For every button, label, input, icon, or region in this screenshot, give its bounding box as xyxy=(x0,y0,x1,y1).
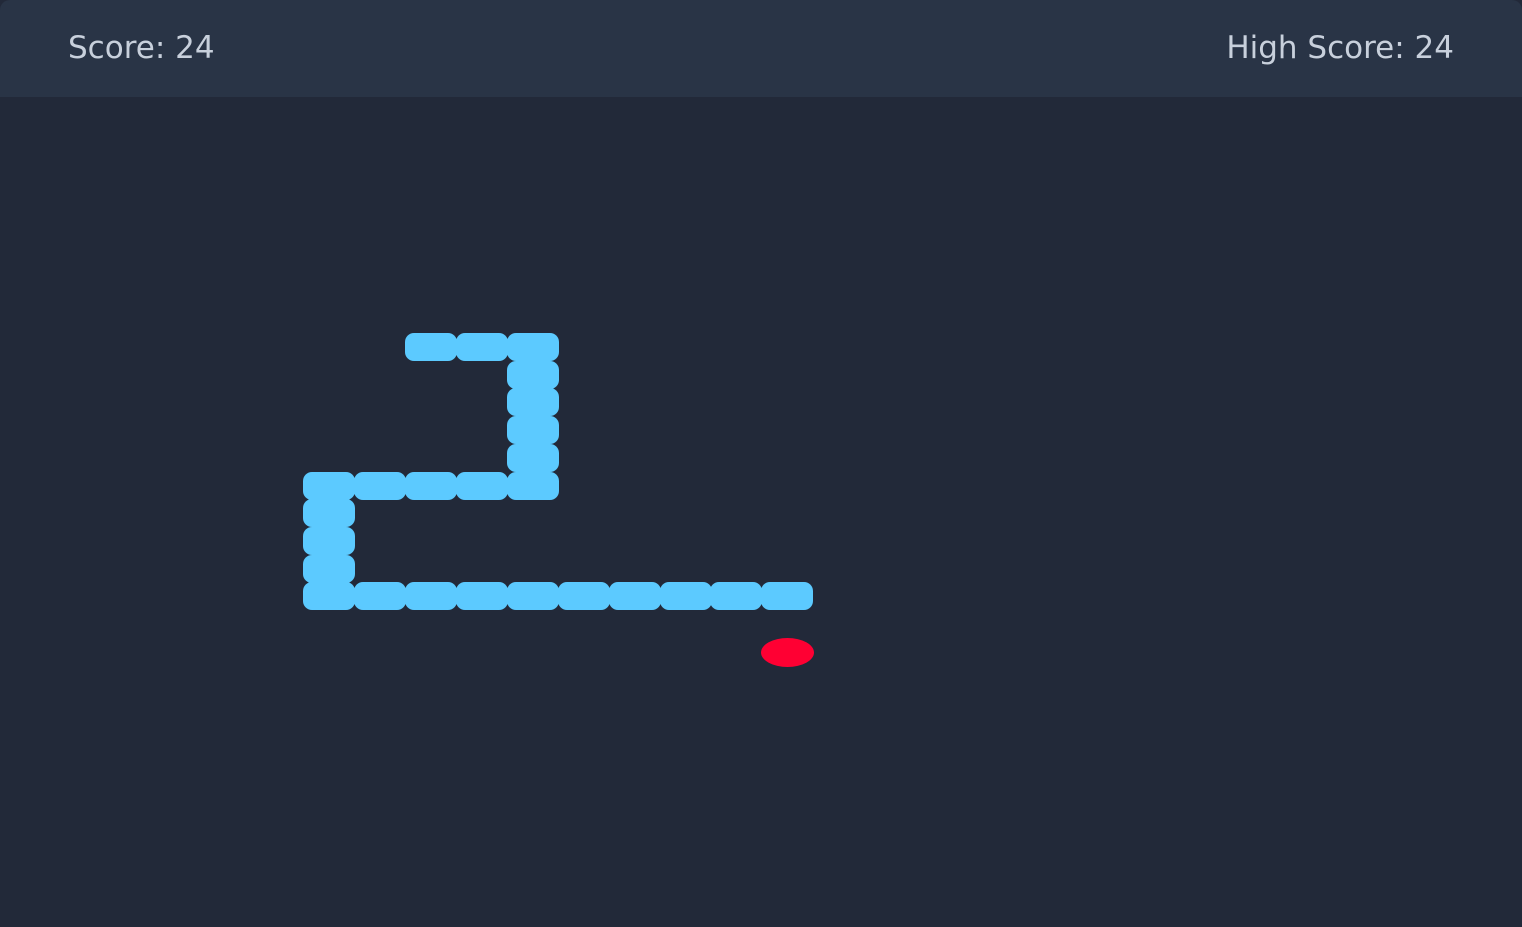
snake-head xyxy=(405,333,457,361)
game-board[interactable] xyxy=(0,97,1522,927)
snake-segment xyxy=(303,499,356,528)
snake-segment xyxy=(455,582,508,611)
snake-segment xyxy=(405,471,457,500)
snake-segment xyxy=(455,471,508,500)
snake-segment xyxy=(506,360,559,389)
snake-segment xyxy=(761,582,814,611)
high-score-display: High Score: 24 xyxy=(1226,30,1454,66)
snake-segment xyxy=(506,333,559,361)
snake-segment xyxy=(455,333,508,361)
snake-segment xyxy=(506,443,559,472)
score-display: Score: 24 xyxy=(68,30,215,66)
snake-segment xyxy=(303,554,356,583)
snake-segment xyxy=(405,582,457,611)
snake-segment xyxy=(354,471,407,500)
food-apple xyxy=(761,637,815,667)
snake-segment xyxy=(608,582,661,611)
score-header: Score: 24 High Score: 24 xyxy=(0,0,1522,97)
snake-segment xyxy=(506,471,559,500)
snake-segment xyxy=(303,526,356,555)
snake-segment xyxy=(506,416,559,445)
snake-segment xyxy=(506,388,559,417)
snake-game: Score: 24 High Score: 24 xyxy=(0,0,1522,927)
snake-segment xyxy=(659,582,712,611)
snake-segment xyxy=(557,582,610,611)
snake-segment xyxy=(303,471,356,500)
snake-segment xyxy=(354,582,407,611)
snake-segment xyxy=(506,582,559,611)
snake-segment xyxy=(710,582,763,611)
snake-segment xyxy=(303,582,356,611)
